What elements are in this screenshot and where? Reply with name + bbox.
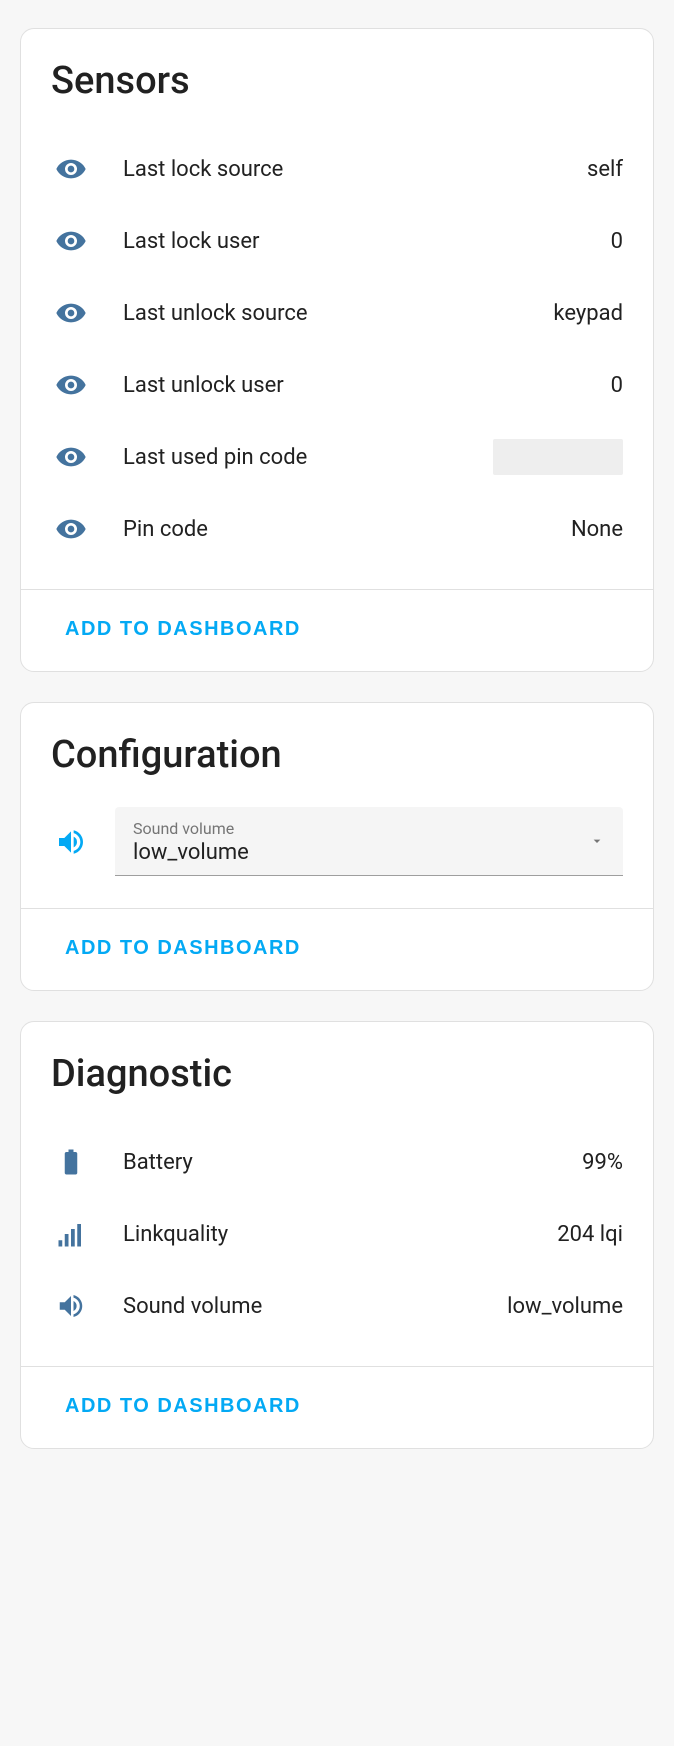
sensor-value: self <box>587 157 623 182</box>
sensor-label: Pin code <box>123 517 539 542</box>
sensor-label: Last lock user <box>123 229 579 254</box>
diagnostic-card: Diagnostic Battery 99% Linkquality 204 l… <box>20 1021 654 1449</box>
signal-icon <box>51 1219 91 1249</box>
diagnostic-row[interactable]: Battery 99% <box>51 1126 623 1198</box>
select-value: low_volume <box>133 840 249 865</box>
sensor-row[interactable]: Last used pin code <box>51 421 623 493</box>
diagnostic-value: 204 lqi <box>557 1222 623 1247</box>
sensor-value: 0 <box>611 229 623 254</box>
sensor-label: Last unlock source <box>123 301 521 326</box>
eye-icon <box>51 441 91 473</box>
volume-icon <box>51 826 91 858</box>
sound-volume-select[interactable]: Sound volume low_volume <box>115 807 623 876</box>
diagnostic-label: Sound volume <box>123 1294 475 1319</box>
sensor-value-redacted <box>493 439 623 475</box>
select-label: Sound volume <box>133 819 605 838</box>
diagnostic-value: 99% <box>582 1150 623 1175</box>
add-to-dashboard-button[interactable]: ADD TO DASHBOARD <box>51 929 315 968</box>
sensors-card: Sensors Last lock source self Last lock … <box>20 28 654 672</box>
configuration-card: Configuration Sound volume low_volume AD… <box>20 702 654 991</box>
volume-icon <box>51 1291 91 1321</box>
eye-icon <box>51 297 91 329</box>
configuration-title: Configuration <box>51 733 623 777</box>
eye-icon <box>51 153 91 185</box>
eye-icon <box>51 369 91 401</box>
sensor-value: keypad <box>553 301 623 326</box>
sensor-row[interactable]: Last lock user 0 <box>51 205 623 277</box>
add-to-dashboard-button[interactable]: ADD TO DASHBOARD <box>51 610 315 649</box>
diagnostic-label: Battery <box>123 1150 550 1175</box>
battery-icon <box>51 1147 91 1177</box>
sensor-label: Last lock source <box>123 157 555 182</box>
diagnostic-row[interactable]: Sound volume low_volume <box>51 1270 623 1342</box>
sensor-value: None <box>571 517 623 542</box>
diagnostic-title: Diagnostic <box>51 1052 623 1096</box>
sensors-title: Sensors <box>51 59 623 103</box>
sensor-row[interactable]: Last lock source self <box>51 133 623 205</box>
diagnostic-row[interactable]: Linkquality 204 lqi <box>51 1198 623 1270</box>
eye-icon <box>51 513 91 545</box>
diagnostic-value: low_volume <box>507 1294 623 1319</box>
add-to-dashboard-button[interactable]: ADD TO DASHBOARD <box>51 1387 315 1426</box>
sensor-value: 0 <box>611 373 623 398</box>
sensor-row[interactable]: Pin code None <box>51 493 623 565</box>
sensor-row[interactable]: Last unlock user 0 <box>51 349 623 421</box>
diagnostic-label: Linkquality <box>123 1222 525 1247</box>
sensor-label: Last unlock user <box>123 373 579 398</box>
sensor-row[interactable]: Last unlock source keypad <box>51 277 623 349</box>
sensor-label: Last used pin code <box>123 445 461 470</box>
chevron-down-icon <box>589 833 605 849</box>
eye-icon <box>51 225 91 257</box>
